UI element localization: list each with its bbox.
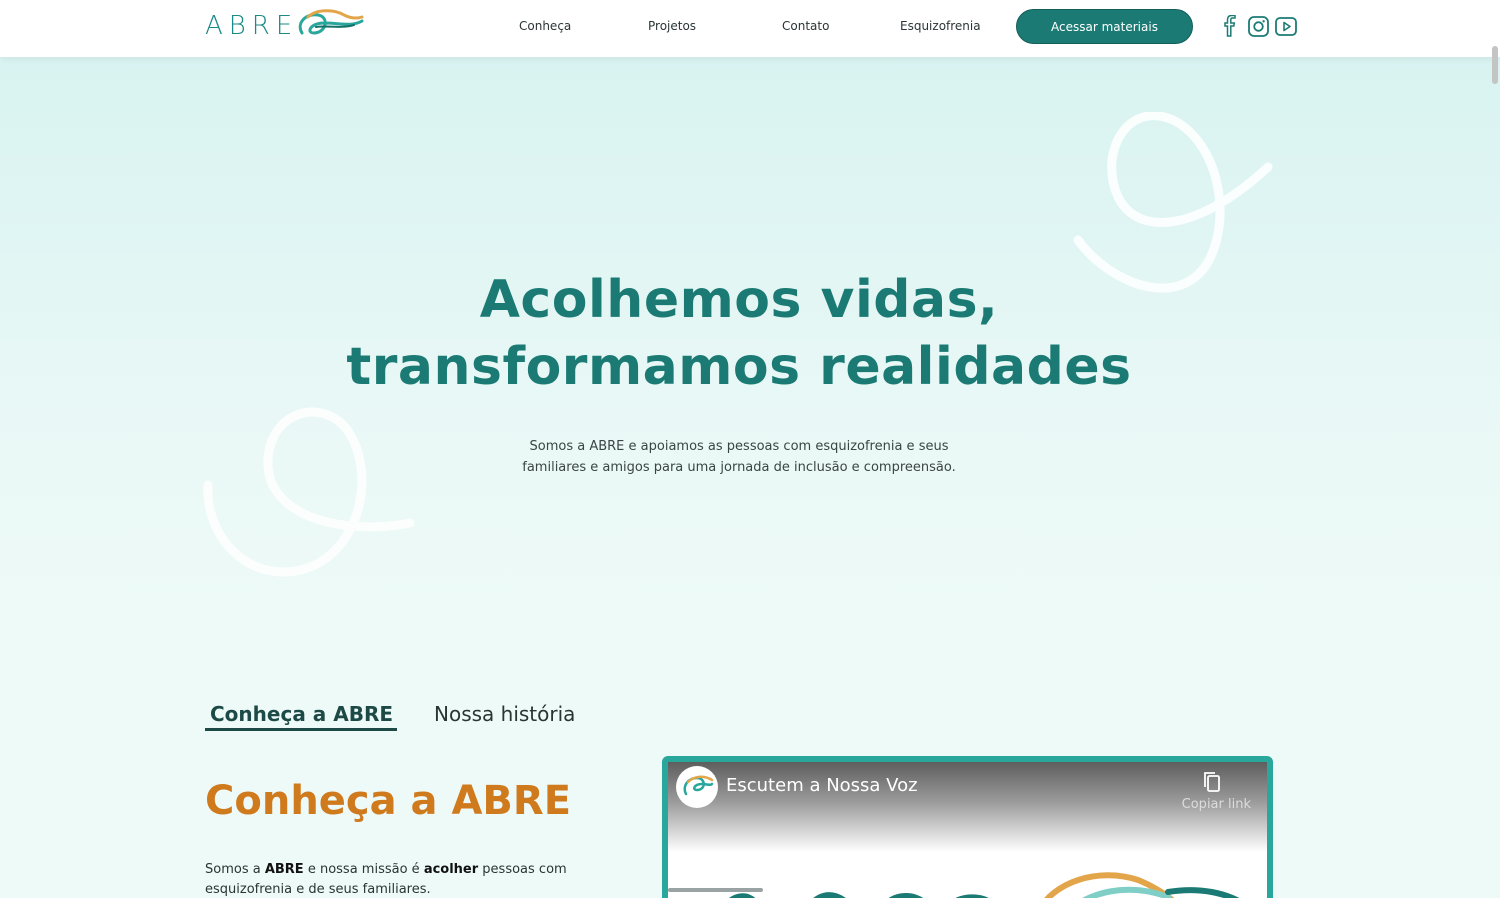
video-progress-bar[interactable] (668, 888, 763, 892)
site-header: ABRE Conheça Projetos Contato Esquizofre… (0, 0, 1500, 57)
copy-link-icon[interactable] (1202, 770, 1222, 794)
hero-title-line-1: Acolhemos vidas, (479, 270, 999, 330)
copy-link-label[interactable]: Copiar link (1182, 797, 1251, 812)
nav-contato[interactable]: Contato (782, 19, 829, 33)
abre-logo[interactable]: ABRE (205, 8, 364, 44)
intro-text: e nossa missão é (303, 862, 424, 877)
logo-text: ABRE (205, 11, 299, 41)
youtube-icon[interactable] (1275, 15, 1297, 37)
facebook-icon[interactable] (1219, 15, 1241, 37)
tab-conheca-a-abre[interactable]: Conheça a ABRE (205, 700, 398, 731)
hero-subtitle-line-1: Somos a ABRE e apoiamos as pessoas com e… (529, 439, 949, 454)
video-player[interactable]: Escutem a Nossa Voz Copiar link (662, 756, 1273, 898)
tab-nossa-historia[interactable]: Nossa história (434, 700, 575, 728)
video-title[interactable]: Escutem a Nossa Voz (726, 775, 918, 796)
intro-bold-acolher: acolher (423, 862, 479, 877)
hero-title-line-2: transformamos realidades (346, 337, 1132, 397)
section-title: Conheça a ABRE (205, 778, 572, 824)
decorative-swirl-icon (203, 407, 415, 577)
intro-text: Somos a (205, 862, 265, 877)
hero-subtitle-line-2: familiares e amigos para uma jornada de … (522, 460, 956, 475)
acessar-materiais-button[interactable]: Acessar materiais (1016, 9, 1193, 44)
instagram-icon[interactable] (1247, 15, 1269, 37)
nav-projetos[interactable]: Projetos (648, 19, 696, 33)
channel-avatar[interactable] (676, 766, 718, 808)
channel-logo-icon (683, 775, 714, 796)
page-scrollbar[interactable] (1492, 46, 1498, 84)
nav-esquizofrenia[interactable]: Esquizofrenia (900, 19, 981, 33)
intro-paragraph: Somos a ABRE e nossa missão é acolher pe… (205, 860, 645, 898)
logo-swirl-icon (299, 9, 364, 35)
nav-conheca[interactable]: Conheça (519, 19, 571, 33)
hero-section: Acolhemos vidas, transformamos realidade… (0, 57, 1500, 657)
intro-bold-abre: ABRE (264, 862, 304, 877)
